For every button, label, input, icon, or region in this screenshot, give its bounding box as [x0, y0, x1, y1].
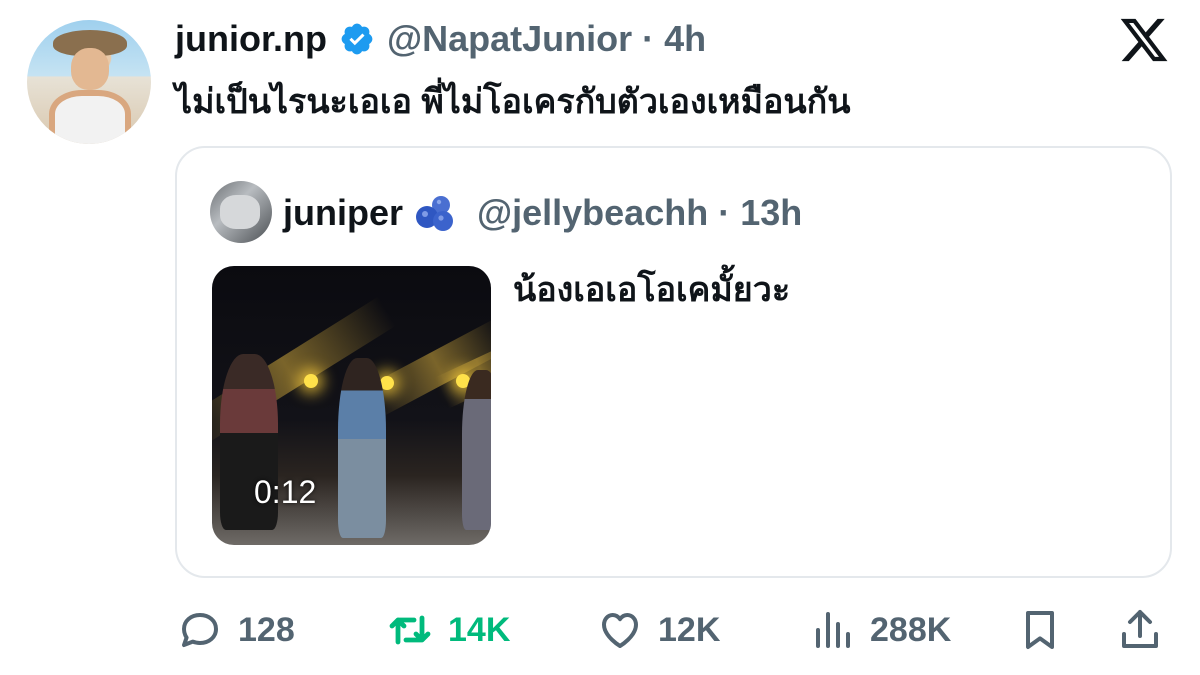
avatar-shirt [49, 90, 131, 144]
like-button[interactable]: 12K [596, 600, 720, 660]
quoted-tweet-header: juniper @jellybeachh · 13h [283, 188, 802, 238]
retweet-icon [389, 615, 431, 645]
bookmark-button[interactable] [1016, 600, 1064, 660]
quoted-time-separator: · [718, 192, 731, 233]
reply-icon [182, 613, 218, 647]
quoted-author-avatar[interactable] [210, 181, 272, 243]
views-count: 288K [870, 610, 952, 649]
tweet-action-bar: 128 14K 12K 288K [0, 600, 1200, 660]
reply-count: 128 [238, 610, 295, 649]
views-button[interactable]: 288K [808, 600, 951, 660]
quoted-tweet-card[interactable]: juniper @jellybeachh · 13h 0:12 น้องเอเอ… [175, 146, 1172, 578]
like-count: 12K [658, 610, 721, 649]
performer-center [338, 358, 386, 538]
author-handle[interactable]: @NapatJunior [387, 18, 632, 60]
tweet-time[interactable]: 4h [664, 18, 706, 60]
tweet-text: ไม่เป็นไรนะเอเอ พี่ไม่โอเครกับตัวเองเหมื… [175, 83, 851, 121]
avatar-face [71, 48, 109, 90]
heart-icon [602, 613, 638, 648]
views-icon [816, 612, 850, 648]
verified-badge-icon [341, 23, 373, 55]
x-logo-icon[interactable] [1118, 14, 1170, 66]
video-thumbnail[interactable]: 0:12 [212, 266, 491, 545]
retweet-count: 14K [448, 610, 511, 649]
quoted-handle[interactable]: @jellybeachh [477, 192, 708, 234]
retweet-button[interactable]: 14K [386, 600, 510, 660]
quoted-time[interactable]: 13h [740, 192, 802, 234]
time-separator: · [642, 18, 655, 59]
quoted-display-name[interactable]: juniper [283, 192, 403, 234]
stage-light [304, 374, 318, 388]
author-avatar[interactable] [27, 20, 151, 144]
share-icon [1122, 610, 1158, 648]
tweet-header: junior.np @NapatJunior · 4h [175, 16, 706, 62]
author-display-name[interactable]: junior.np [175, 18, 327, 60]
bookmark-icon [1026, 611, 1054, 649]
video-duration: 0:12 [254, 474, 317, 510]
blueberries-icon [416, 196, 454, 231]
quoted-tweet-text: น้องเอเอโอเคมั้ยวะ [513, 271, 791, 309]
reply-button[interactable]: 128 [176, 600, 295, 660]
performer-right [462, 370, 491, 530]
avatar-figure [220, 195, 260, 229]
share-button[interactable] [1116, 600, 1164, 660]
